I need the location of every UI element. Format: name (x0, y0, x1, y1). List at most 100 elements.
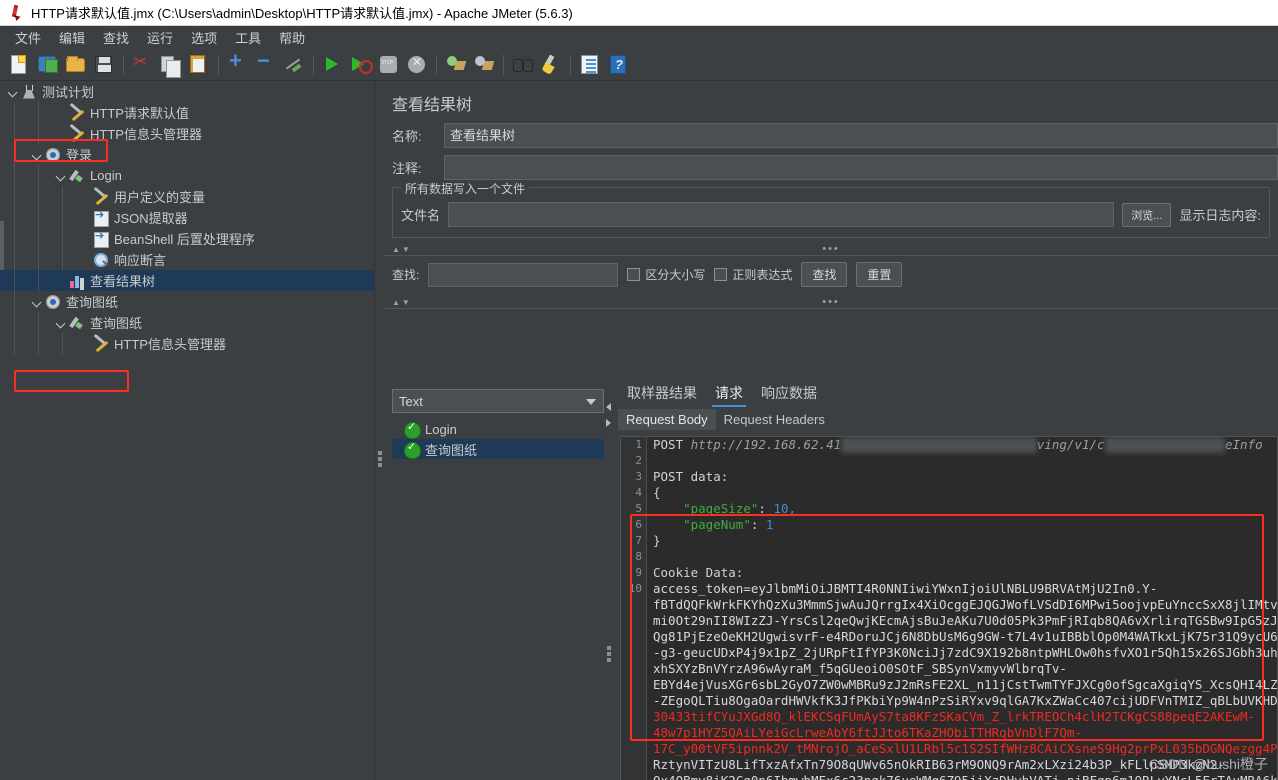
menu-options[interactable]: 选项 (182, 26, 226, 49)
tree-no-twisty (78, 190, 92, 204)
tree-node-label: 登录 (66, 148, 93, 163)
expand-all-icon[interactable] (226, 48, 249, 76)
result-tab[interactable]: 请求 (706, 381, 752, 407)
case-sensitive-box[interactable] (627, 268, 641, 281)
code-line: mi0Ot29nII8WIzZJ-YrsCsl2qeQwjKEcmAjsBuJe… (653, 613, 1277, 629)
menu-tools[interactable]: 工具 (226, 26, 270, 49)
result-tabs[interactable]: 取样器结果 请求 响应数据 (615, 381, 1278, 407)
tree-node[interactable]: 登录 (0, 144, 374, 165)
menu-run[interactable]: 运行 (138, 26, 182, 49)
tree-node[interactable]: Login (0, 165, 374, 186)
chevron-down-icon[interactable] (54, 169, 68, 183)
regex-checkbox[interactable]: 正则表达式 (714, 266, 792, 283)
tree-node[interactable]: HTTP信息头管理器 (0, 123, 374, 144)
tree-node[interactable]: HTTP请求默认值 (0, 102, 374, 123)
tree-guide-line (38, 333, 39, 354)
tree-node[interactable]: 用户定义的变量 (0, 186, 374, 207)
stop-icon[interactable] (377, 53, 400, 76)
templates-icon[interactable] (36, 53, 59, 76)
collapse-all-icon[interactable] (254, 48, 277, 76)
search-icon[interactable] (511, 53, 534, 76)
case-sensitive-checkbox[interactable]: 区分大小写 (627, 266, 705, 283)
request-subtab[interactable]: Request Headers (716, 409, 833, 430)
code-line: POST data: (653, 469, 1277, 485)
menu-help[interactable]: 帮助 (270, 26, 314, 49)
tree-node[interactable]: JSON提取器 (0, 207, 374, 228)
request-subtab[interactable]: Request Body (618, 408, 716, 430)
menu-search[interactable]: 查找 (94, 26, 138, 49)
splitter-dots-2[interactable]: ••• (822, 296, 840, 307)
code-token: : (750, 517, 766, 532)
tree-node[interactable]: 查询图纸 (0, 312, 374, 333)
tree-node[interactable]: 查看结果树 (0, 270, 374, 291)
write-all-data-group-title: 所有数据写入一个文件 (401, 180, 530, 197)
collapse-right-arrow-icon[interactable] (606, 419, 611, 427)
browse-button[interactable]: 浏览... (1122, 202, 1172, 227)
code-line: "pageNum": 1 (653, 517, 1277, 533)
vertical-splitter[interactable] (375, 81, 384, 780)
renderer-selected-value: Text (399, 393, 423, 409)
request-body-editor[interactable]: 1234567891011 POST http://192.168.62.41 … (620, 436, 1278, 780)
results-horizontal-splitter[interactable] (604, 381, 615, 780)
renderer-select[interactable]: Text (392, 389, 604, 413)
panel-splitter-top[interactable]: ▲▼ ••• (384, 242, 1278, 255)
chevron-down-icon[interactable] (6, 85, 20, 99)
code-line: 30433tifCYuJXGd8Q_klEKCSqFUmAyS7ta8KFzSK… (653, 709, 1277, 725)
filename-input[interactable] (448, 202, 1115, 227)
shutdown-icon[interactable] (405, 53, 428, 76)
new-icon[interactable] (8, 53, 31, 76)
cut-icon[interactable] (131, 52, 154, 76)
toggle-icon[interactable] (282, 53, 305, 76)
collapse-left-arrow-icon[interactable] (606, 403, 611, 411)
request-subtabs[interactable]: Request Body Request Headers (615, 407, 1278, 431)
panel-splitter-bottom[interactable]: ▲▼ ••• (384, 295, 1278, 308)
paste-icon[interactable] (187, 53, 210, 76)
menu-edit[interactable]: 编辑 (50, 26, 94, 49)
open-icon[interactable] (64, 53, 87, 76)
comment-input[interactable] (444, 155, 1278, 180)
start-icon[interactable] (321, 53, 344, 76)
find-button[interactable]: 查找 (801, 262, 848, 287)
tree-node[interactable]: HTTP信息头管理器 (0, 333, 374, 354)
start-no-pauses-icon[interactable] (349, 53, 373, 76)
tree-node-label: HTTP信息头管理器 (114, 337, 226, 352)
reset-search-icon[interactable] (539, 53, 562, 76)
chevron-down-icon[interactable] (54, 316, 68, 330)
result-tab[interactable]: 取样器结果 (618, 381, 706, 407)
tree-node-label: JSON提取器 (114, 211, 188, 226)
test-plan-tree[interactable]: 测试计划HTTP请求默认值HTTP信息头管理器登录Login用户定义的变量JSO… (0, 81, 375, 780)
title-bar: HTTP请求默认值.jmx (C:\Users\admin\Desktop\HT… (0, 0, 1278, 26)
sampler-result-list[interactable]: Login 查询图纸 (392, 419, 604, 459)
request-body-text[interactable]: POST http://192.168.62.41 ving/v1/c eInf… (648, 437, 1277, 780)
help-icon[interactable] (606, 53, 629, 76)
menu-file[interactable]: 文件 (6, 26, 50, 49)
result-tab[interactable]: 响应数据 (752, 381, 826, 407)
chevron-down-icon[interactable] (30, 295, 44, 309)
search-input[interactable] (428, 262, 619, 287)
splitter-arrows-2[interactable]: ▲▼ (392, 298, 412, 307)
reset-button[interactable]: 重置 (856, 262, 903, 287)
tree-node[interactable]: 响应断言 (0, 249, 374, 270)
results-list-panel: Text Login 查询图纸 (384, 381, 604, 780)
name-input[interactable]: 查看结果树 (444, 123, 1278, 148)
splitter-dots[interactable]: ••• (822, 243, 840, 254)
function-helper-icon[interactable] (578, 53, 601, 76)
copy-icon[interactable] (159, 53, 182, 78)
tree-node[interactable]: 测试计划 (0, 81, 374, 102)
clear-icon[interactable] (444, 53, 467, 76)
splitter-arrows[interactable]: ▲▼ (392, 245, 412, 254)
sampler-result-item[interactable]: 查询图纸 (392, 439, 604, 459)
tree-node[interactable]: BeanShell 后置处理程序 (0, 228, 374, 249)
toolbar-separator (218, 54, 219, 75)
search-toolbar: 查找: 区分大小写 正则表达式 查找 重置 (384, 256, 1278, 295)
page-title: 查看结果树 (392, 97, 473, 114)
save-icon[interactable] (92, 53, 115, 76)
tree-node[interactable]: 查询图纸 (0, 291, 374, 312)
regex-box[interactable] (714, 268, 728, 281)
regex-label: 正则表达式 (732, 268, 793, 282)
clear-all-icon[interactable] (472, 53, 495, 76)
chevron-down-icon[interactable] (30, 148, 44, 162)
sampler-result-item[interactable]: Login (392, 419, 604, 439)
